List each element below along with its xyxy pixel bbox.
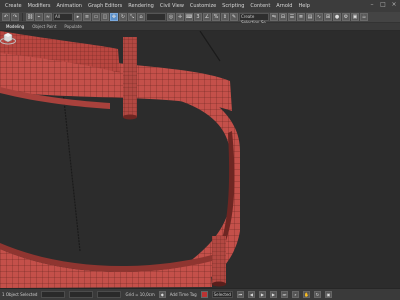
maximize-button[interactable]: □ <box>379 1 387 9</box>
keyboard-shortcut-override-icon[interactable]: ⌨ <box>185 13 193 21</box>
menu-civil-view[interactable]: Civil View <box>157 3 187 9</box>
go-to-end-icon[interactable]: ⏭ <box>280 291 288 298</box>
set-key-filter-dropdown[interactable]: Selected <box>211 291 233 298</box>
menu-arnold[interactable]: Arnold <box>273 3 295 9</box>
redo-icon[interactable]: ↷ <box>11 13 19 21</box>
schematic-view-icon[interactable]: ⊞ <box>324 13 332 21</box>
select-by-name-icon[interactable]: ≡ <box>83 13 91 21</box>
tab-object-paint[interactable]: Object Paint <box>28 24 60 29</box>
select-manipulate-icon[interactable]: ✛ <box>176 13 184 21</box>
go-to-start-icon[interactable]: ⏮ <box>236 291 244 298</box>
close-button[interactable]: × <box>390 1 398 9</box>
cable-top <box>199 31 221 62</box>
menu-help[interactable]: Help <box>295 3 312 9</box>
menu-content[interactable]: Content <box>247 3 273 9</box>
curve-editor-icon[interactable]: ∿ <box>315 13 323 21</box>
menu-create[interactable]: Create <box>2 3 25 9</box>
add-time-tag-button[interactable]: Add Time Tag <box>170 292 197 297</box>
tab-modeling[interactable]: Modeling <box>2 24 28 29</box>
percent-snap-icon[interactable]: % <box>212 13 220 21</box>
pivot-center-icon[interactable]: ◎ <box>167 13 175 21</box>
play-icon[interactable]: ▶ <box>258 291 266 298</box>
select-and-scale-icon[interactable]: ⤡ <box>128 13 136 21</box>
time-tag-icon[interactable]: ◆ <box>158 291 166 298</box>
coordinate-x-field[interactable] <box>41 291 66 298</box>
toolbar-separator <box>22 13 23 21</box>
coordinate-z-field[interactable] <box>97 291 122 298</box>
material-editor-icon[interactable]: ● <box>333 13 341 21</box>
coordinate-y-field[interactable] <box>69 291 94 298</box>
bind-space-warp-icon[interactable]: ≈ <box>44 13 52 21</box>
reference-coordinate-dropdown[interactable] <box>146 13 166 21</box>
minimize-button[interactable]: – <box>368 1 376 9</box>
select-and-move-icon[interactable]: ✥ <box>110 13 118 21</box>
select-and-rotate-icon[interactable]: ↻ <box>119 13 127 21</box>
menu-graph-editors[interactable]: Graph Editors <box>85 3 125 9</box>
ribbon-tabs: Modeling Object Paint Populate <box>0 23 400 31</box>
menu-customize[interactable]: Customize <box>187 3 219 9</box>
window-crossing-icon[interactable]: ◫ <box>101 13 109 21</box>
menu-animation[interactable]: Animation <box>53 3 85 9</box>
zoom-icon[interactable]: ⌕ <box>291 291 299 298</box>
menu-scripting[interactable]: Scripting <box>219 3 247 9</box>
undo-icon[interactable]: ↶ <box>2 13 10 21</box>
grid-size-label: Grid = 10,0cm <box>125 292 155 297</box>
maximize-viewport-icon[interactable]: ▣ <box>324 291 332 298</box>
mirror-icon[interactable]: ⇋ <box>270 13 278 21</box>
viewport-canvas <box>0 31 240 288</box>
status-bar: 1 Object Selected Grid = 10,0cm ◆ Add Ti… <box>0 288 400 300</box>
tab-populate[interactable]: Populate <box>60 24 85 29</box>
perspective-viewport[interactable] <box>0 31 400 288</box>
selection-filter-dropdown[interactable]: All <box>53 13 73 21</box>
selection-status: 1 Object Selected <box>2 292 38 297</box>
toggle-scene-explorer-icon[interactable]: ☰ <box>288 13 296 21</box>
auto-key-button[interactable] <box>200 291 208 298</box>
window-controls: – □ × <box>368 1 398 9</box>
next-frame-icon[interactable]: ▶ <box>269 291 277 298</box>
orbit-icon[interactable]: ↻ <box>313 291 321 298</box>
cable-left <box>62 90 81 252</box>
render-production-icon[interactable]: ☕ <box>360 13 368 21</box>
edit-named-selection-icon[interactable]: ✎ <box>230 13 238 21</box>
main-toolbar: ↶ ↷ ⛓ ⌁ ≈ All ▸ ≡ ▭ ◫ ✥ ↻ ⤡ ⌂ ◎ ✛ ⌨ 3 ∠ … <box>0 12 400 25</box>
select-object-icon[interactable]: ▸ <box>74 13 82 21</box>
angle-snap-icon[interactable]: ∠ <box>203 13 211 21</box>
spinner-snap-icon[interactable]: ⇕ <box>221 13 229 21</box>
toggle-layer-explorer-icon[interactable]: ≣ <box>297 13 305 21</box>
menu-bar: Create Modifiers Animation Graph Editors… <box>0 0 400 12</box>
rendered-frame-window-icon[interactable]: ▣ <box>351 13 359 21</box>
snaps-toggle-icon[interactable]: 3 <box>194 13 202 21</box>
toggle-ribbon-icon[interactable]: ▤ <box>306 13 314 21</box>
render-setup-icon[interactable]: ⚙ <box>342 13 350 21</box>
pan-icon[interactable]: ✋ <box>302 291 310 298</box>
viewcube-icon[interactable] <box>0 31 16 45</box>
menu-rendering[interactable]: Rendering <box>125 3 157 9</box>
select-and-place-icon[interactable]: ⌂ <box>137 13 145 21</box>
menu-modifiers[interactable]: Modifiers <box>25 3 54 9</box>
unlink-icon[interactable]: ⌁ <box>35 13 43 21</box>
named-selection-dropdown[interactable]: Create Selection Se <box>239 13 269 25</box>
previous-frame-icon[interactable]: ◀ <box>247 291 255 298</box>
rectangular-selection-icon[interactable]: ▭ <box>92 13 100 21</box>
align-icon[interactable]: ⊟ <box>279 13 287 21</box>
link-icon[interactable]: ⛓ <box>26 13 34 21</box>
